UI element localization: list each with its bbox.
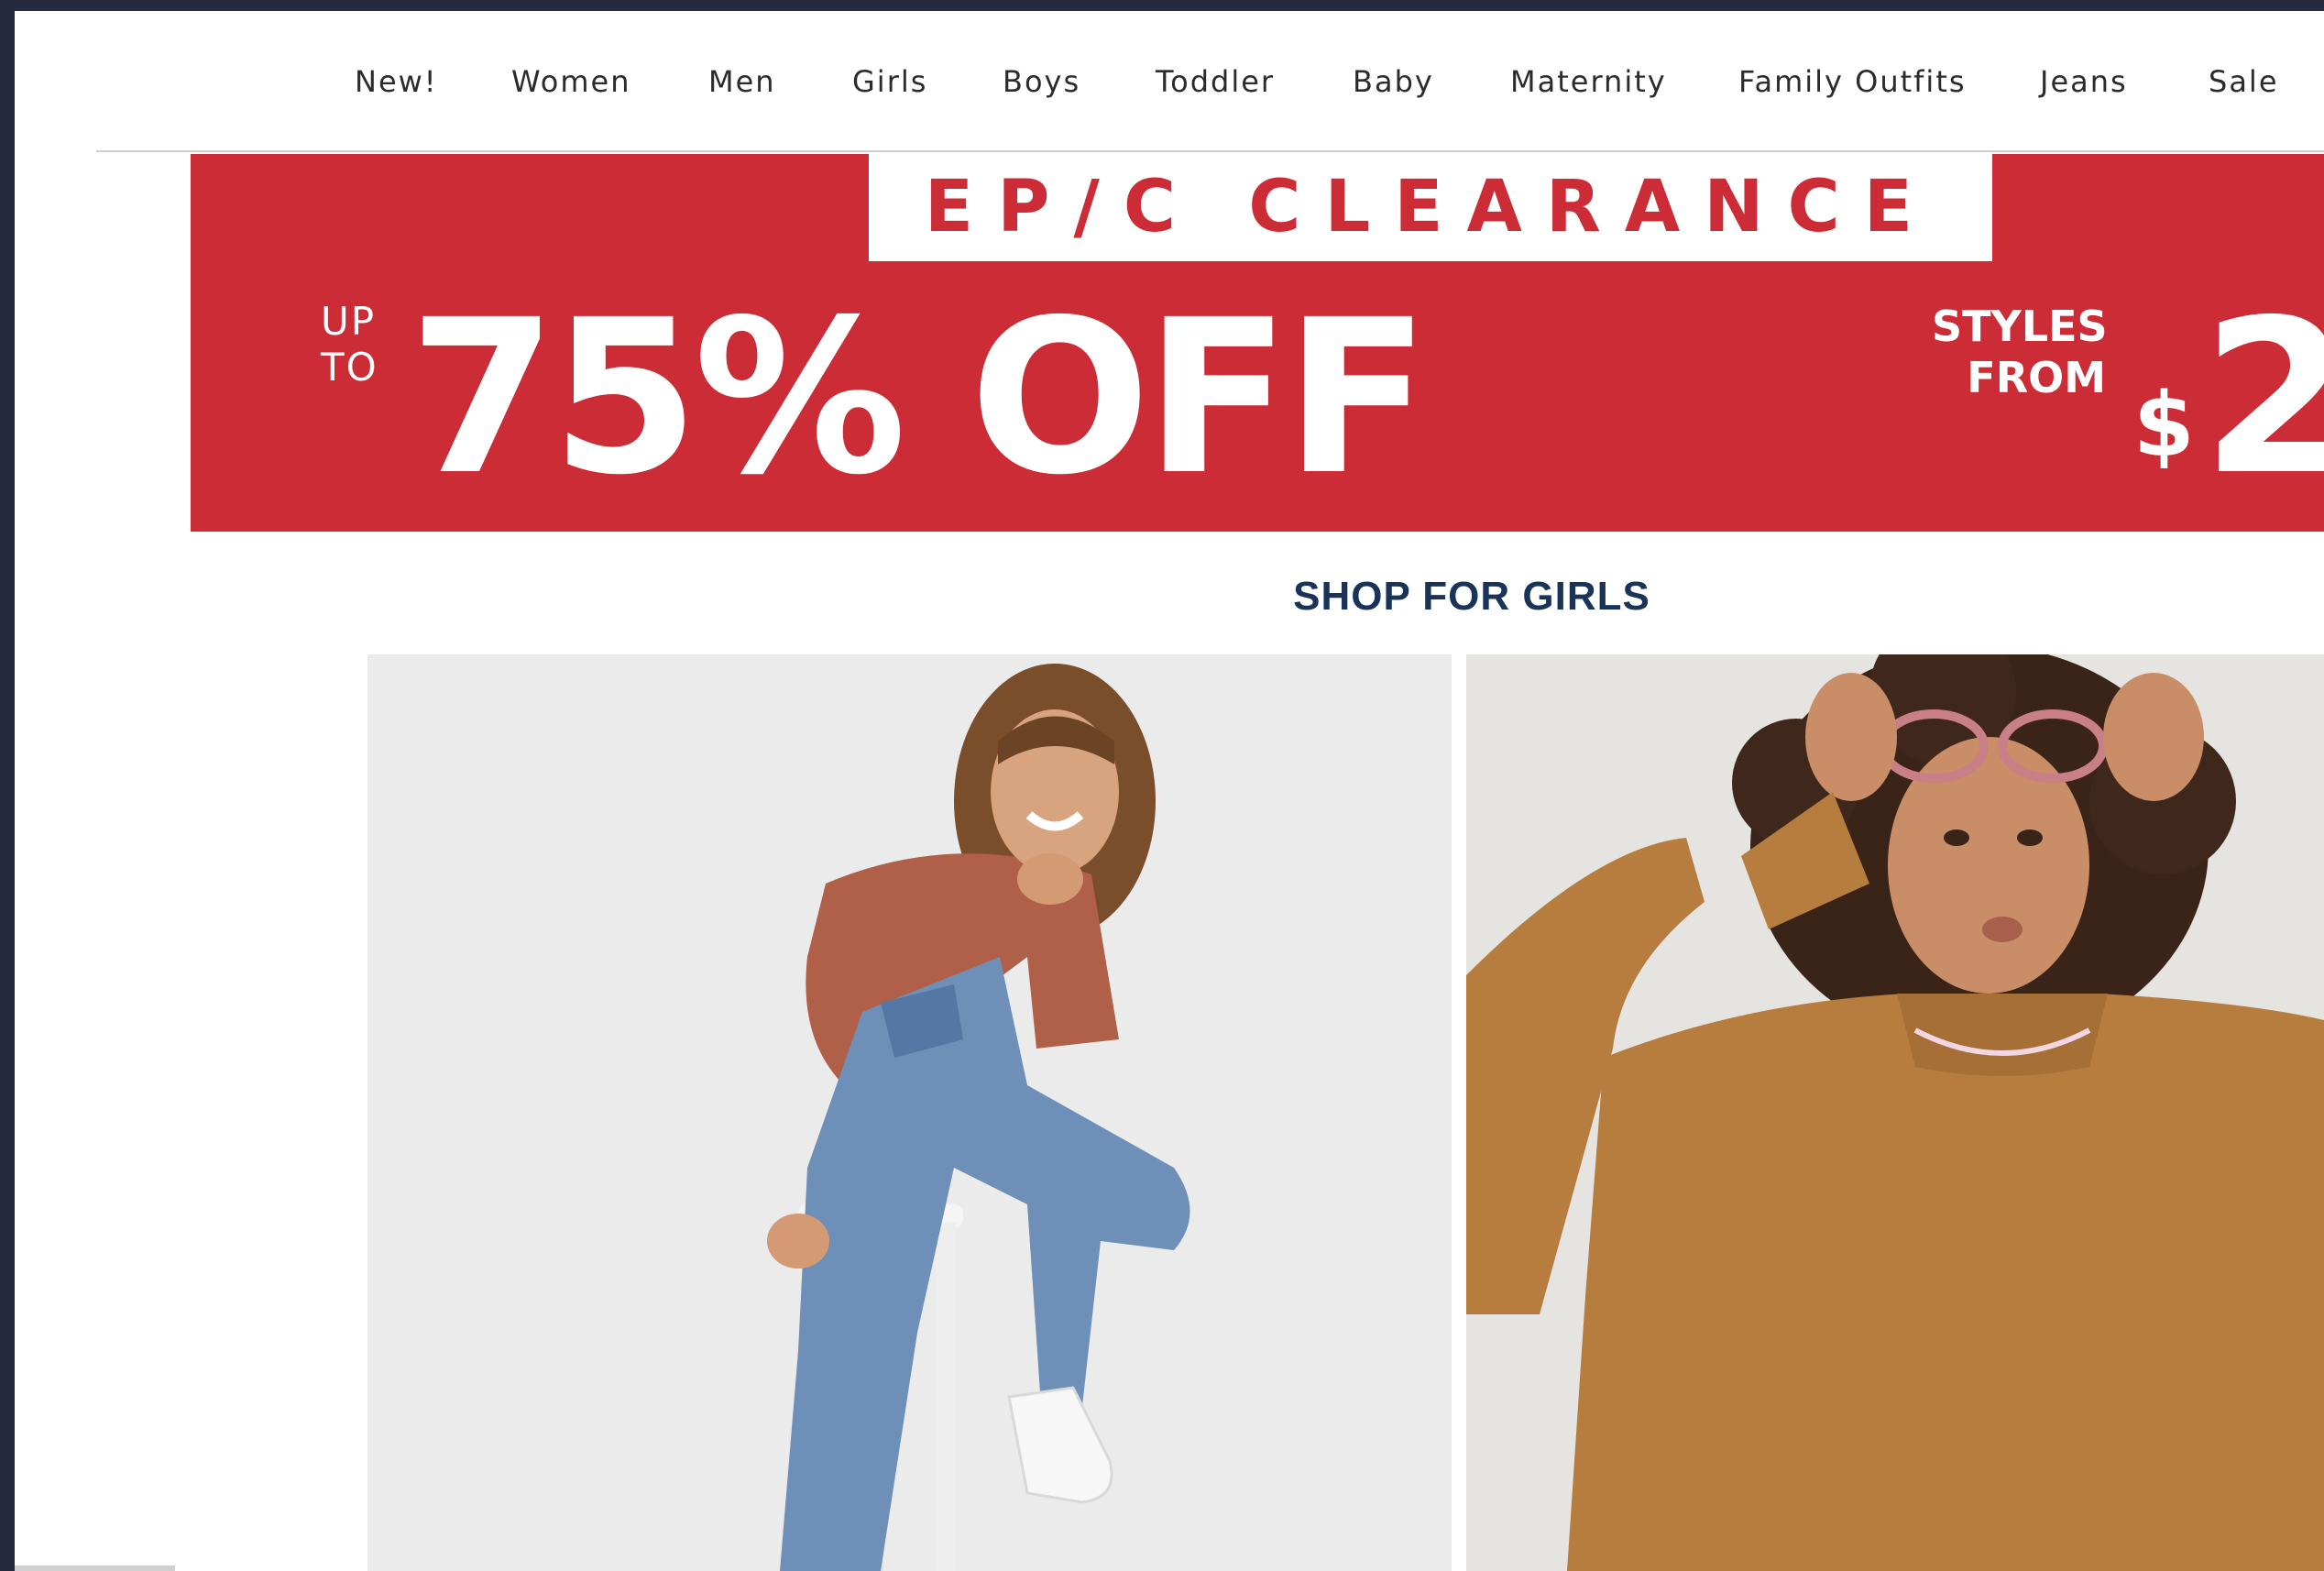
styles-label: STYLES: [1932, 302, 2108, 351]
discount-offer: 75% OFF: [409, 274, 1430, 522]
price-from: $2: [2133, 279, 2324, 517]
girl-overalls-illustration: [367, 654, 1452, 1571]
nav-divider: [96, 150, 2324, 152]
up-label: UP: [321, 299, 377, 344]
nav-item-jeans[interactable]: Jeans: [2040, 64, 2128, 99]
section-title: SHOP FOR GIRLS: [1293, 574, 1650, 619]
to-label: TO: [321, 345, 378, 390]
product-image-sweater[interactable]: [1466, 654, 2324, 1571]
nav-item-boys[interactable]: Boys: [1003, 64, 1080, 99]
bottom-scroll-indicator: [15, 1566, 175, 1571]
nav-item-girls[interactable]: Girls: [852, 64, 927, 99]
clearance-banner[interactable]: EP/C CLEARANCE UP TO 75% OFF STYLES FROM…: [191, 154, 2324, 532]
top-navigation: New! Women Men Girls Boys Toddler Baby M…: [15, 11, 2324, 152]
price-value: 2: [2201, 274, 2324, 522]
nav-item-family-outfits[interactable]: Family Outfits: [1738, 64, 1967, 99]
up-to-label: UP TO: [321, 299, 378, 390]
product-image-overalls[interactable]: [367, 654, 1452, 1571]
dollar-sign: $: [2133, 374, 2195, 477]
clearance-heading-box: EP/C CLEARANCE: [869, 154, 1992, 261]
styles-from-label: STYLES FROM: [1932, 301, 2108, 403]
nav-item-sale[interactable]: Sale: [2209, 64, 2279, 99]
nav-item-baby[interactable]: Baby: [1353, 64, 1434, 99]
nav-item-women[interactable]: Women: [511, 64, 630, 99]
web-page: New! Women Men Girls Boys Toddler Baby M…: [15, 11, 2324, 1571]
nav-item-maternity[interactable]: Maternity: [1510, 64, 1667, 99]
girl-sweater-illustration: [1466, 654, 2324, 1571]
clearance-heading: EP/C CLEARANCE: [924, 166, 1937, 248]
from-label: FROM: [1967, 353, 2106, 402]
nav-item-new[interactable]: New!: [355, 64, 438, 99]
nav-item-men[interactable]: Men: [708, 64, 776, 99]
nav-item-toddler[interactable]: Toddler: [1156, 64, 1275, 99]
